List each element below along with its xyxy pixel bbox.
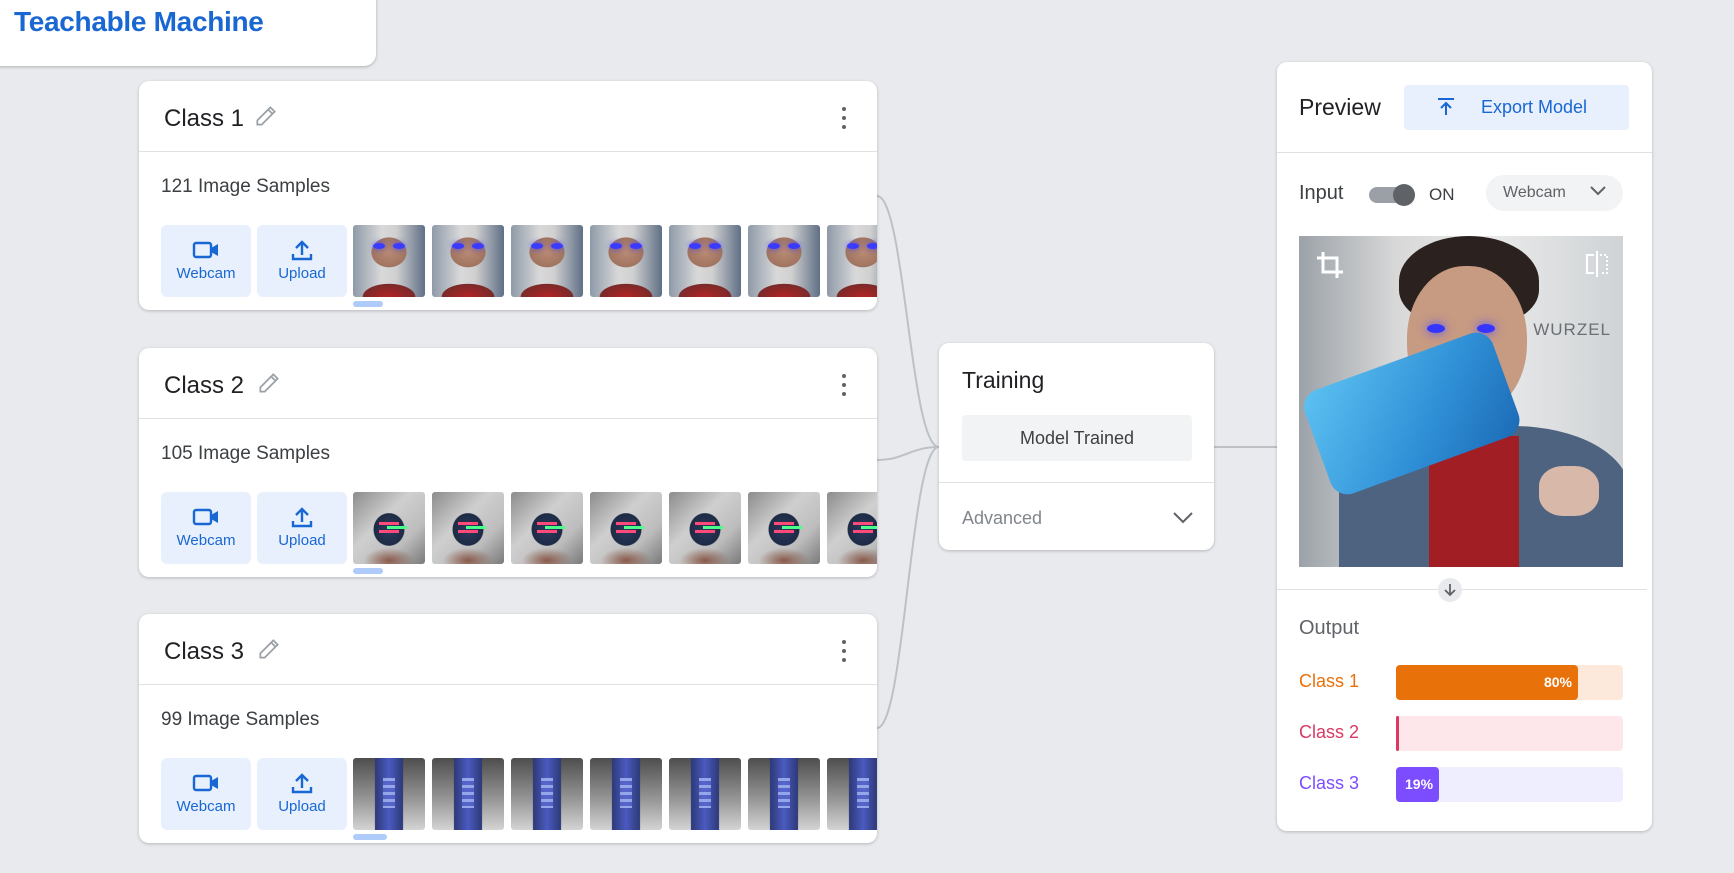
- sample-thumbnail[interactable]: [590, 492, 662, 564]
- upload-button[interactable]: Upload: [257, 492, 347, 564]
- sample-thumbnail[interactable]: [353, 492, 425, 564]
- confidence-bar-fill: [1396, 716, 1399, 751]
- upload-icon: [291, 240, 313, 261]
- sample-thumbnail[interactable]: [511, 225, 583, 297]
- advanced-toggle[interactable]: Advanced: [962, 508, 1042, 529]
- upload-button-label: Upload: [278, 532, 326, 549]
- confidence-bar: [1396, 716, 1623, 751]
- upload-button-label: Upload: [278, 798, 326, 815]
- sample-count: 121 Image Samples: [161, 176, 330, 197]
- sample-thumbnail[interactable]: [432, 758, 504, 830]
- input-source-value: Webcam: [1503, 184, 1566, 201]
- class-card-header: Class 1: [139, 81, 877, 152]
- sample-thumbnail[interactable]: [353, 758, 425, 830]
- input-label: Input: [1299, 182, 1344, 204]
- preview-card: Preview Export Model Input ON Webcam WUR…: [1277, 62, 1652, 831]
- webcam-button-label: Webcam: [176, 532, 236, 549]
- class-name[interactable]: Class 1: [164, 105, 244, 133]
- export-upload-icon: [1438, 98, 1454, 115]
- sample-thumbnail[interactable]: [748, 758, 820, 830]
- sample-thumbnail[interactable]: [432, 492, 504, 564]
- edit-pencil-icon[interactable]: [253, 103, 279, 129]
- sample-thumbnail[interactable]: [432, 225, 504, 297]
- confidence-bar: 19%: [1396, 767, 1623, 802]
- video-camera-icon: [192, 508, 218, 526]
- sample-thumbnail[interactable]: [669, 492, 741, 564]
- sample-thumbnail[interactable]: [748, 492, 820, 564]
- webcam-button[interactable]: Webcam: [161, 225, 251, 297]
- sample-thumbnails[interactable]: [353, 225, 877, 297]
- class-card-3: Class 3 99 Image Samples Webcam Upload: [139, 614, 877, 843]
- upload-icon: [291, 773, 313, 794]
- train-model-button[interactable]: Model Trained: [962, 415, 1192, 461]
- upload-icon: [291, 507, 313, 528]
- sample-thumbnail[interactable]: [353, 225, 425, 297]
- input-toggle[interactable]: [1369, 184, 1415, 206]
- webcam-button-label: Webcam: [176, 265, 236, 282]
- class-card-header: Class 3: [139, 614, 877, 685]
- video-camera-icon: [192, 241, 218, 259]
- sample-thumbnail[interactable]: [748, 225, 820, 297]
- divider: [939, 482, 1214, 483]
- video-camera-icon: [192, 774, 218, 792]
- export-model-button[interactable]: Export Model: [1404, 85, 1629, 130]
- divider: [1277, 589, 1647, 590]
- sample-thumbnail[interactable]: [590, 225, 662, 297]
- class-card-header: Class 2: [139, 348, 877, 419]
- thumbnail-scrollbar[interactable]: [353, 301, 383, 307]
- confidence-percent: 80%: [1543, 674, 1572, 690]
- sample-thumbnail[interactable]: [827, 758, 877, 830]
- class-card-1: Class 1 121 Image Samples Webcam Upload: [139, 81, 877, 310]
- sample-thumbnail[interactable]: [669, 758, 741, 830]
- edit-pencil-icon[interactable]: [256, 636, 282, 662]
- output-class-label: Class 2: [1299, 722, 1360, 742]
- output-label: Output: [1299, 617, 1360, 639]
- webcam-button[interactable]: Webcam: [161, 492, 251, 564]
- output-class-label: Class 3: [1299, 773, 1360, 793]
- chevron-down-icon[interactable]: [1172, 511, 1194, 525]
- more-options-icon[interactable]: [841, 107, 847, 129]
- sample-thumbnail[interactable]: [590, 758, 662, 830]
- training-card: Training Model Trained Advanced: [939, 343, 1214, 550]
- chevron-down-icon: [1590, 186, 1606, 196]
- toggle-state-label: ON: [1429, 185, 1455, 204]
- preview-title: Preview: [1299, 94, 1381, 120]
- background-sign-text: WURZEL: [1533, 320, 1611, 339]
- more-options-icon[interactable]: [841, 640, 847, 662]
- sample-count: 105 Image Samples: [161, 443, 330, 464]
- arrow-down-icon: [1438, 578, 1462, 602]
- class-name[interactable]: Class 2: [164, 372, 244, 400]
- webcam-button-label: Webcam: [176, 798, 236, 815]
- sample-count: 99 Image Samples: [161, 709, 320, 730]
- sample-thumbnail[interactable]: [669, 225, 741, 297]
- upload-button-label: Upload: [278, 265, 326, 282]
- thumbnail-scrollbar[interactable]: [353, 568, 383, 574]
- export-model-label: Export Model: [1481, 97, 1588, 117]
- sample-thumbnail[interactable]: [511, 492, 583, 564]
- output-class-label: Class 1: [1299, 671, 1360, 691]
- upload-button[interactable]: Upload: [257, 225, 347, 297]
- sample-thumbnail[interactable]: [827, 492, 877, 564]
- input-source-select[interactable]: Webcam: [1486, 175, 1623, 211]
- sample-thumbnail[interactable]: [827, 225, 877, 297]
- confidence-bar: 80%: [1396, 665, 1623, 700]
- training-title: Training: [962, 367, 1045, 393]
- confidence-percent: 19%: [1405, 776, 1434, 792]
- webcam-button[interactable]: Webcam: [161, 758, 251, 830]
- thumbnail-scrollbar[interactable]: [353, 834, 387, 840]
- class-card-2: Class 2 105 Image Samples Webcam Upload: [139, 348, 877, 577]
- more-options-icon[interactable]: [841, 374, 847, 396]
- sample-thumbnails[interactable]: [353, 758, 877, 830]
- upload-button[interactable]: Upload: [257, 758, 347, 830]
- sample-thumbnail[interactable]: [511, 758, 583, 830]
- class-name[interactable]: Class 3: [164, 638, 244, 666]
- flip-mirror-icon[interactable]: [1585, 250, 1609, 278]
- crop-icon[interactable]: [1315, 250, 1345, 280]
- webcam-preview: WURZEL: [1299, 236, 1623, 567]
- edit-pencil-icon[interactable]: [256, 370, 282, 396]
- divider: [1277, 152, 1652, 153]
- sample-thumbnails[interactable]: [353, 492, 877, 564]
